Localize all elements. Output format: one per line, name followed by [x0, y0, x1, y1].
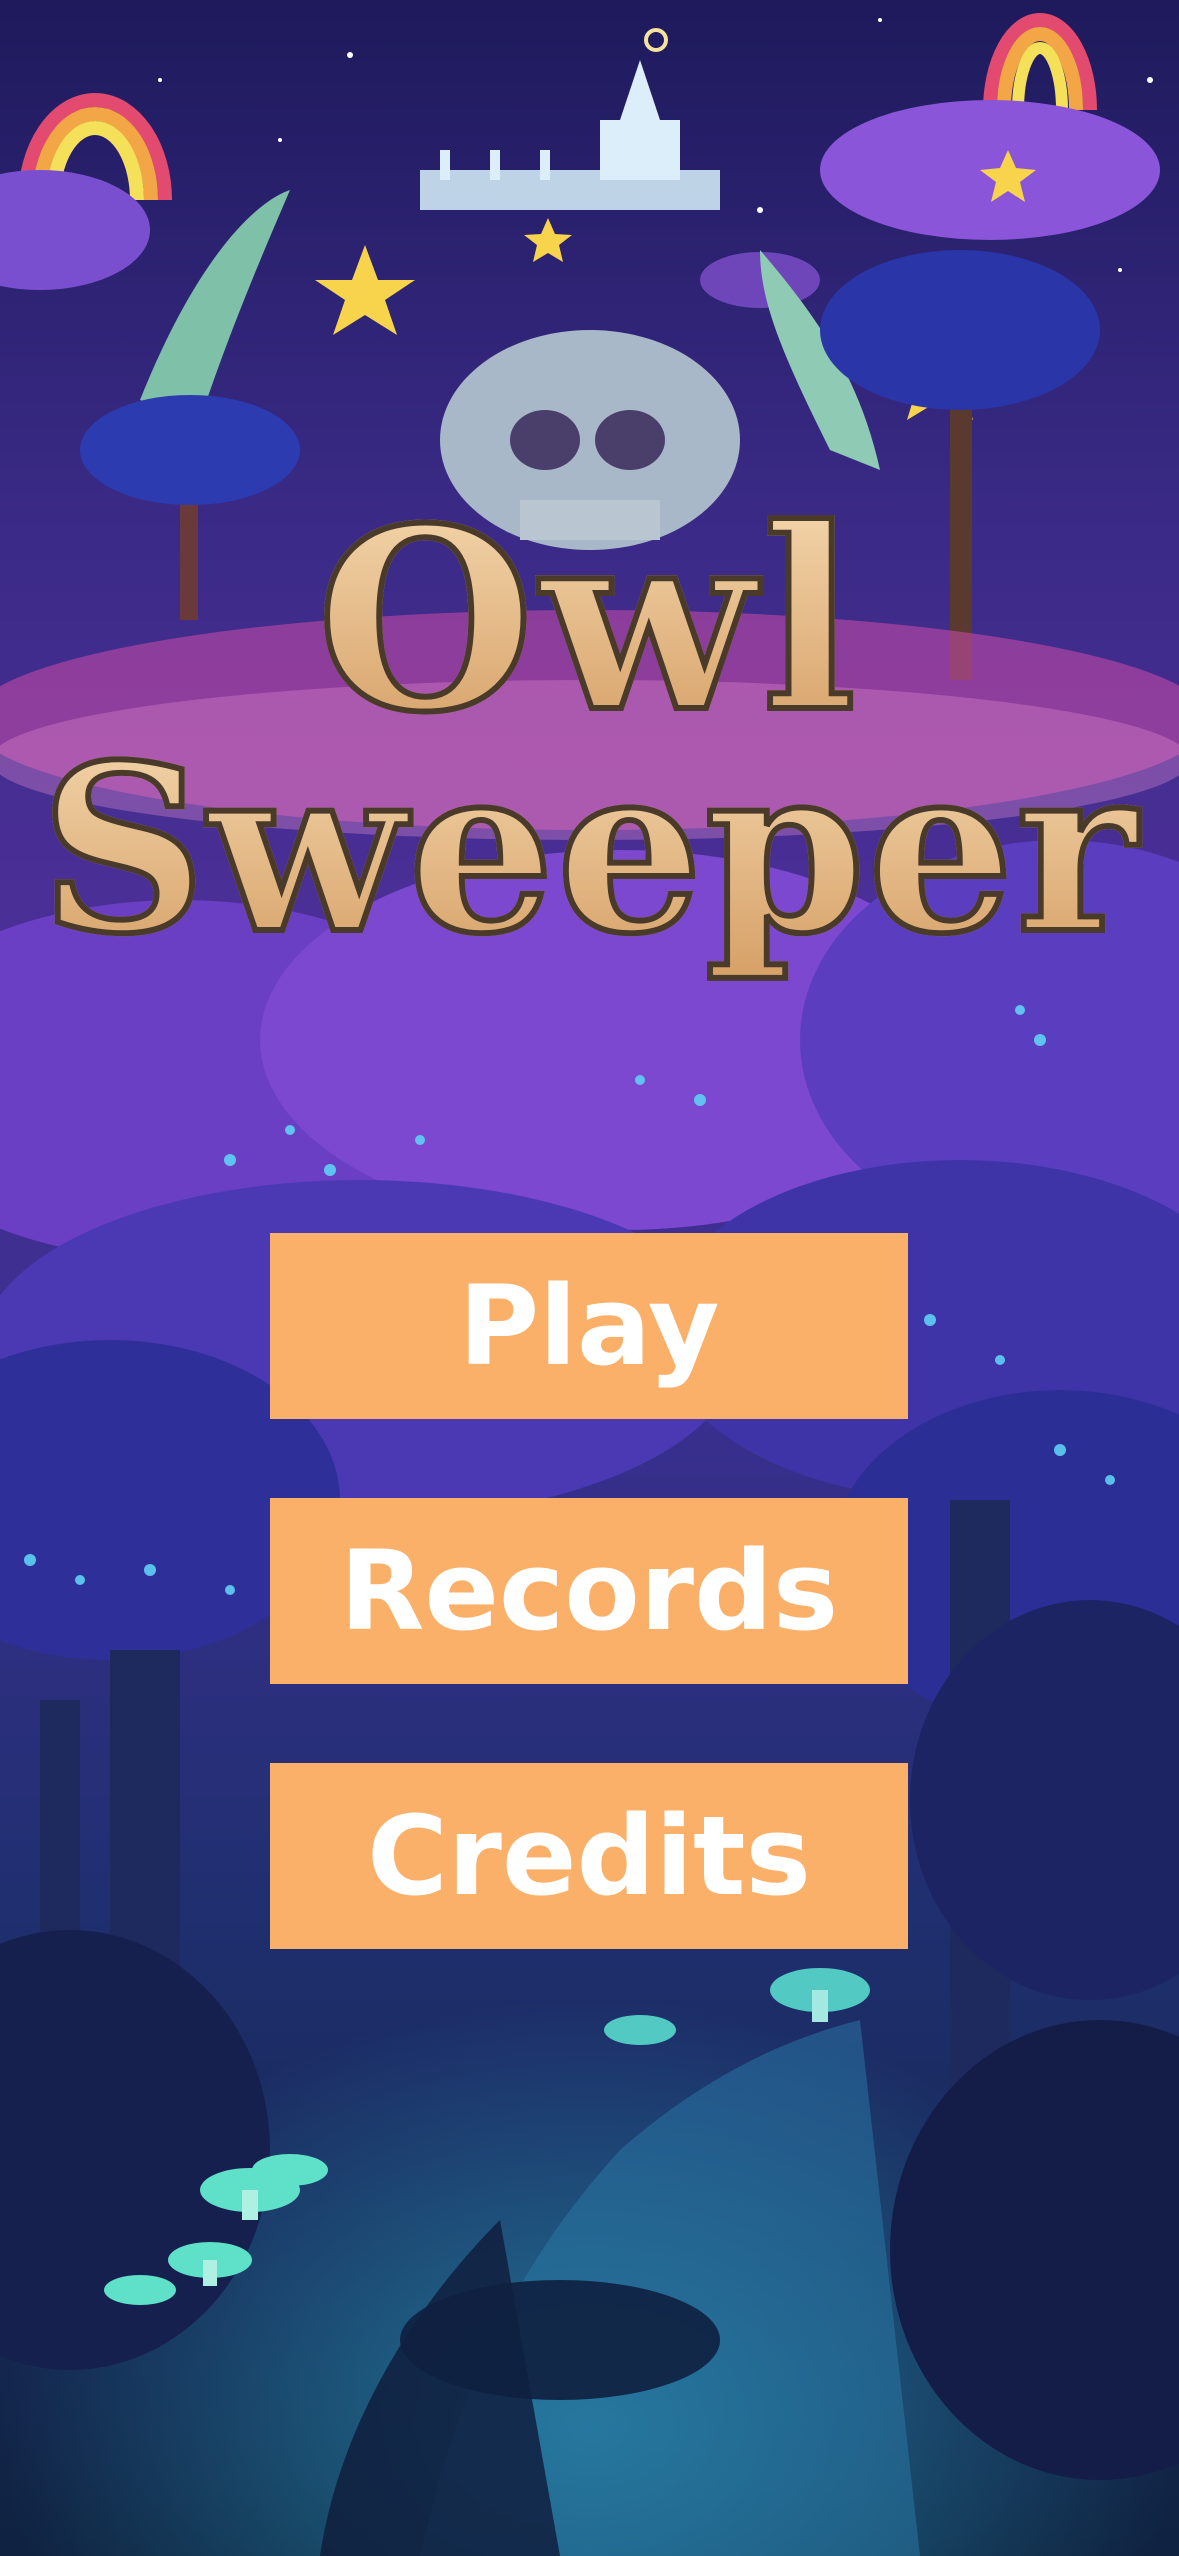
- main-menu-screen: Owl Sweeper Play Records Credits: [0, 0, 1179, 2556]
- play-button[interactable]: Play: [270, 1233, 908, 1419]
- credits-button[interactable]: Credits: [270, 1763, 908, 1949]
- title-line-owl: Owl: [0, 487, 1179, 753]
- main-menu: Play Records Credits: [270, 1233, 908, 2028]
- game-title-logo: Owl Sweeper: [0, 487, 1179, 1050]
- title-line-sweeper: Sweeper: [0, 717, 1179, 983]
- records-button[interactable]: Records: [270, 1498, 908, 1684]
